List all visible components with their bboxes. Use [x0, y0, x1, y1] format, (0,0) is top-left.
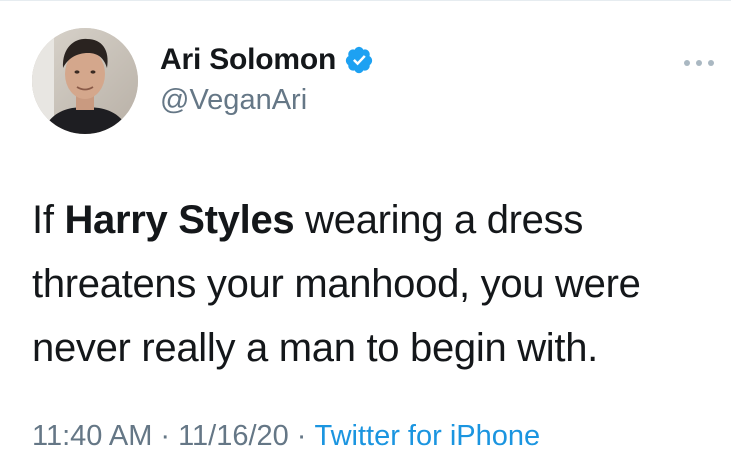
- meta-separator: ·: [160, 420, 171, 452]
- display-name[interactable]: Ari Solomon: [160, 42, 336, 78]
- more-options-icon[interactable]: [682, 55, 716, 66]
- tweet-time[interactable]: 11:40 AM: [32, 420, 152, 452]
- tweet-text-before: If: [32, 198, 65, 242]
- avatar-photo: [32, 28, 138, 134]
- tweet-date[interactable]: 11/16/20: [178, 420, 289, 452]
- user-handle[interactable]: @VeganAri: [160, 83, 307, 117]
- tweet-meta: 11:40 AM · 11/16/20 · Twitter for iPhone: [32, 418, 540, 454]
- user-name-row: Ari Solomon: [160, 42, 374, 78]
- tweet-text: If Harry Styles wearing a dress threaten…: [32, 188, 722, 380]
- verified-badge-icon: [344, 45, 374, 75]
- tweet-text-bold: Harry Styles: [64, 198, 295, 242]
- meta-separator: ·: [296, 420, 307, 452]
- tweet-source-link[interactable]: Twitter for iPhone: [314, 420, 540, 452]
- avatar[interactable]: [32, 28, 138, 134]
- top-divider: [0, 0, 731, 1]
